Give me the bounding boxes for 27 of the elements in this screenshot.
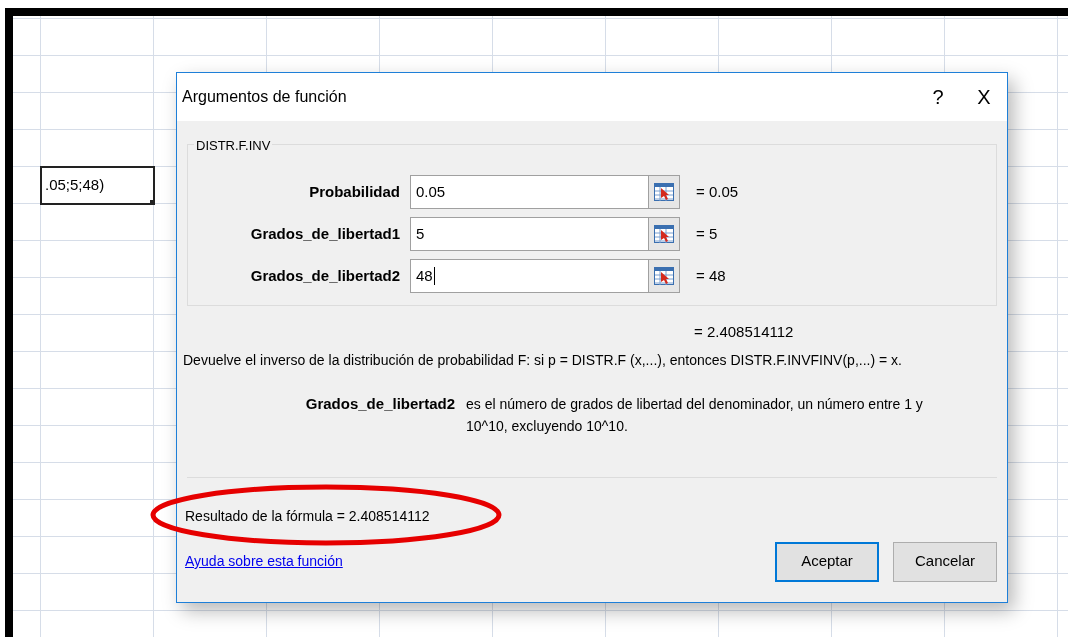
input-field[interactable]: 0.05 xyxy=(410,175,648,209)
help-link[interactable]: Ayuda sobre esta función xyxy=(185,551,761,572)
input-field[interactable]: 48 xyxy=(410,259,648,293)
cancel-button[interactable]: Cancelar xyxy=(893,541,997,582)
function-result: = 2.408514112 xyxy=(694,323,794,340)
argument-result: = 0.05 xyxy=(695,181,739,202)
argument-result: = 48 xyxy=(695,265,726,286)
ok-button[interactable]: Aceptar xyxy=(775,541,879,582)
input-field[interactable]: 5 xyxy=(410,217,648,251)
grid-arrow-icon xyxy=(654,183,674,201)
argument-label: Grados_de_libertad1 xyxy=(249,223,401,244)
range-select-button[interactable] xyxy=(648,259,680,293)
help-button[interactable]: ? xyxy=(915,77,961,117)
close-button[interactable]: X xyxy=(961,77,1007,117)
argument-label: Probabilidad xyxy=(308,181,401,202)
function-description: Devuelve el inverso de la distribución de probabilidad F: si p = DISTR.F (x,...), entonces DISTR.F.INVFINV(p,...) = x. xyxy=(182,350,903,370)
argument-name: Grados_de_libertad2 xyxy=(304,393,456,414)
window-title: Argumentos de función xyxy=(182,87,348,107)
argument-label: Grados_de_libertad2 xyxy=(249,265,401,286)
grid-arrow-icon xyxy=(654,267,674,285)
formula-result: Resultado de la fórmula = 2.408514112 xyxy=(185,507,430,524)
argument-result: = 5 xyxy=(695,223,718,244)
grid-arrow-icon xyxy=(654,225,674,243)
active-cell[interactable]: .05;5;48) xyxy=(40,166,155,205)
range-select-button[interactable] xyxy=(648,175,680,209)
range-select-button[interactable] xyxy=(648,217,680,251)
argument-description: es el número de grados de libertad del denominador, un número entre 1 y 10^10, excluyendo 10^10. xyxy=(466,394,924,436)
